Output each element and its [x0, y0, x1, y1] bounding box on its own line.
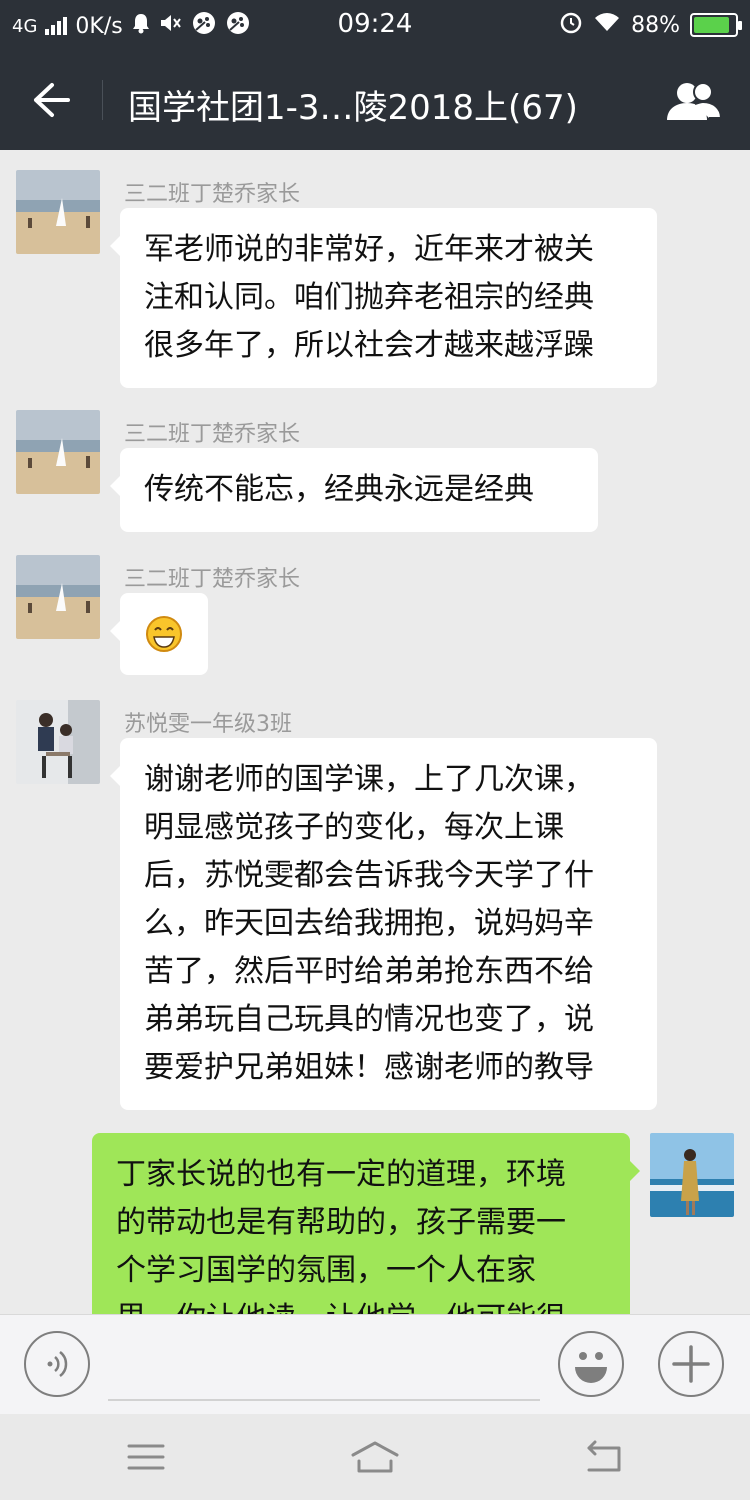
nav-menu-button[interactable] [116, 1432, 176, 1482]
nav-home-button[interactable] [345, 1432, 405, 1482]
sender-name: 三二班丁楚乔家长 [124, 422, 301, 447]
message-line: 注和认同。咱们抛弃老祖宗的经典 [144, 280, 594, 315]
nav-back-button[interactable] [574, 1432, 634, 1482]
chat-title: 国学社团1-3…陵2018上(67) [128, 88, 578, 128]
header-divider [102, 80, 103, 120]
avatar[interactable] [16, 170, 100, 254]
group-members-icon [667, 82, 723, 120]
avatar[interactable] [16, 410, 100, 494]
avatar[interactable] [16, 700, 100, 784]
self-avatar[interactable] [650, 1133, 734, 1217]
message-bubble[interactable]: 传统不能忘，经典永远是经典 [110, 448, 598, 532]
chat-header: 国学社团1-3…陵2018上(67) [0, 50, 750, 150]
back-button[interactable] [24, 74, 80, 126]
battery-percent: 88% [631, 12, 680, 38]
message-bubble[interactable]: 军老师说的非常好，近年来才被关 注和认同。咱们抛弃老祖宗的经典 很多年了，所以社… [110, 208, 657, 388]
wifi-icon [593, 11, 621, 39]
message-line: 丁家长说的也有一定的道理，环境 [116, 1157, 566, 1192]
status-right: 88% [559, 10, 742, 40]
message-line: 要爱护兄弟姐妹！感谢老师的教导 [144, 1050, 594, 1085]
sender-name: 苏悦雯一年级3班 [124, 712, 292, 737]
voice-input-button[interactable] [24, 1331, 90, 1397]
avatar[interactable] [16, 555, 100, 639]
message-line: 个学习国学的氛围，一个人在家 [116, 1253, 536, 1288]
sender-name: 三二班丁楚乔家长 [124, 182, 301, 207]
alarm-icon [559, 10, 583, 40]
message-line: 谢谢老师的国学课，上了几次课， [144, 762, 594, 797]
message-bubble[interactable] [110, 593, 208, 675]
message-line: 里，你让他读，让他学，他可能很 [116, 1295, 606, 1314]
group-members-button[interactable] [664, 76, 724, 126]
home-icon [351, 1441, 399, 1473]
message-line: 明显感觉孩子的变化，每次上课 [144, 810, 564, 845]
back-return-icon [587, 1440, 621, 1472]
battery-icon [690, 13, 742, 37]
message-line: 后，苏悦雯都会告诉我今天学了什 [144, 858, 594, 893]
grinning-face-emoji-icon [146, 616, 182, 652]
message-line: 弟弟玩自己玩具的情况也变了，说 [144, 1002, 594, 1037]
plus-icon [672, 1345, 710, 1383]
message-line: 苦了，然后平时给弟弟抢东西不给 [144, 954, 594, 989]
message-input-bar [0, 1314, 750, 1414]
status-bar: 4G 0K/s 09:24 88% [0, 0, 750, 50]
system-nav-bar [0, 1414, 750, 1500]
message-line: 传统不能忘，经典永远是经典 [144, 472, 534, 507]
emoji-button[interactable] [558, 1331, 624, 1397]
message-line: 么，昨天回去给我拥抱，说妈妈辛 [144, 906, 594, 941]
message-input[interactable] [108, 1329, 540, 1401]
message-line: 的带动也是有帮助的，孩子需要一 [116, 1205, 566, 1240]
sender-name: 三二班丁楚乔家长 [124, 567, 301, 592]
smiley-face-icon [575, 1352, 607, 1383]
menu-icon [127, 1444, 165, 1470]
arrow-left-icon [34, 83, 70, 117]
voice-icon [47, 1351, 68, 1377]
message-bubble-self[interactable]: 丁家长说的也有一定的道理，环境 的带动也是有帮助的，孩子需要一 个学习国学的氛围… [92, 1133, 640, 1314]
more-actions-button[interactable] [658, 1331, 724, 1397]
message-bubble[interactable]: 谢谢老师的国学课，上了几次课， 明显感觉孩子的变化，每次上课 后，苏悦雯都会告诉… [110, 738, 657, 1110]
message-line: 很多年了，所以社会才越来越浮躁 [144, 328, 594, 363]
message-line: 军老师说的非常好，近年来才被关 [144, 232, 594, 267]
chat-messages[interactable]: 三二班丁楚乔家长 军老师说的非常好，近年来才被关 注和认同。咱们抛弃老祖宗的经典… [0, 150, 750, 1314]
